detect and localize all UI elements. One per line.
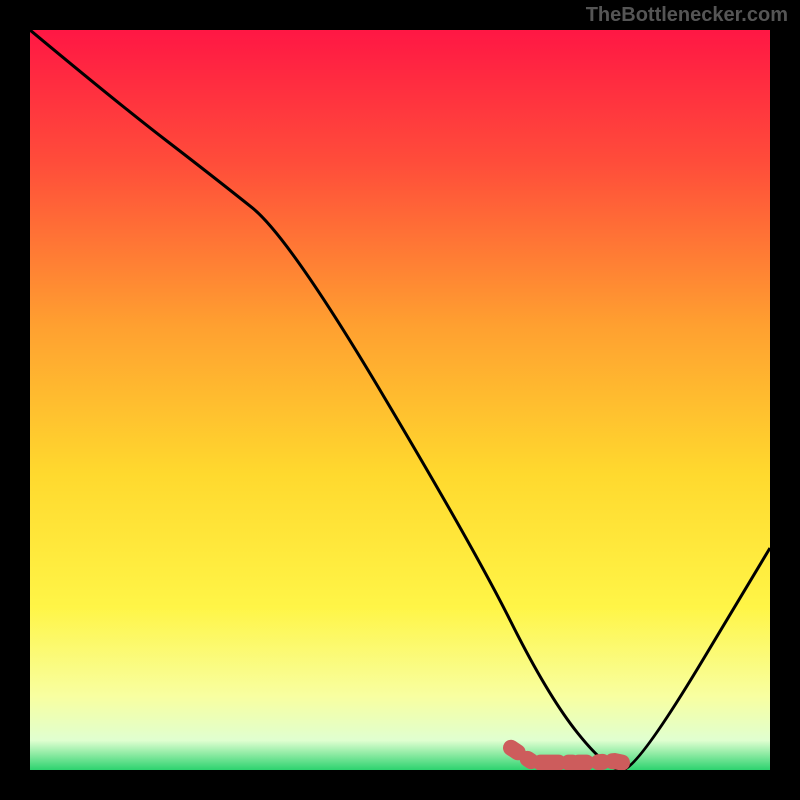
plot-background — [30, 30, 770, 770]
chart-container — [30, 30, 770, 770]
watermark-text: TheBottlenecker.com — [586, 4, 788, 27]
chart-svg — [30, 30, 770, 770]
